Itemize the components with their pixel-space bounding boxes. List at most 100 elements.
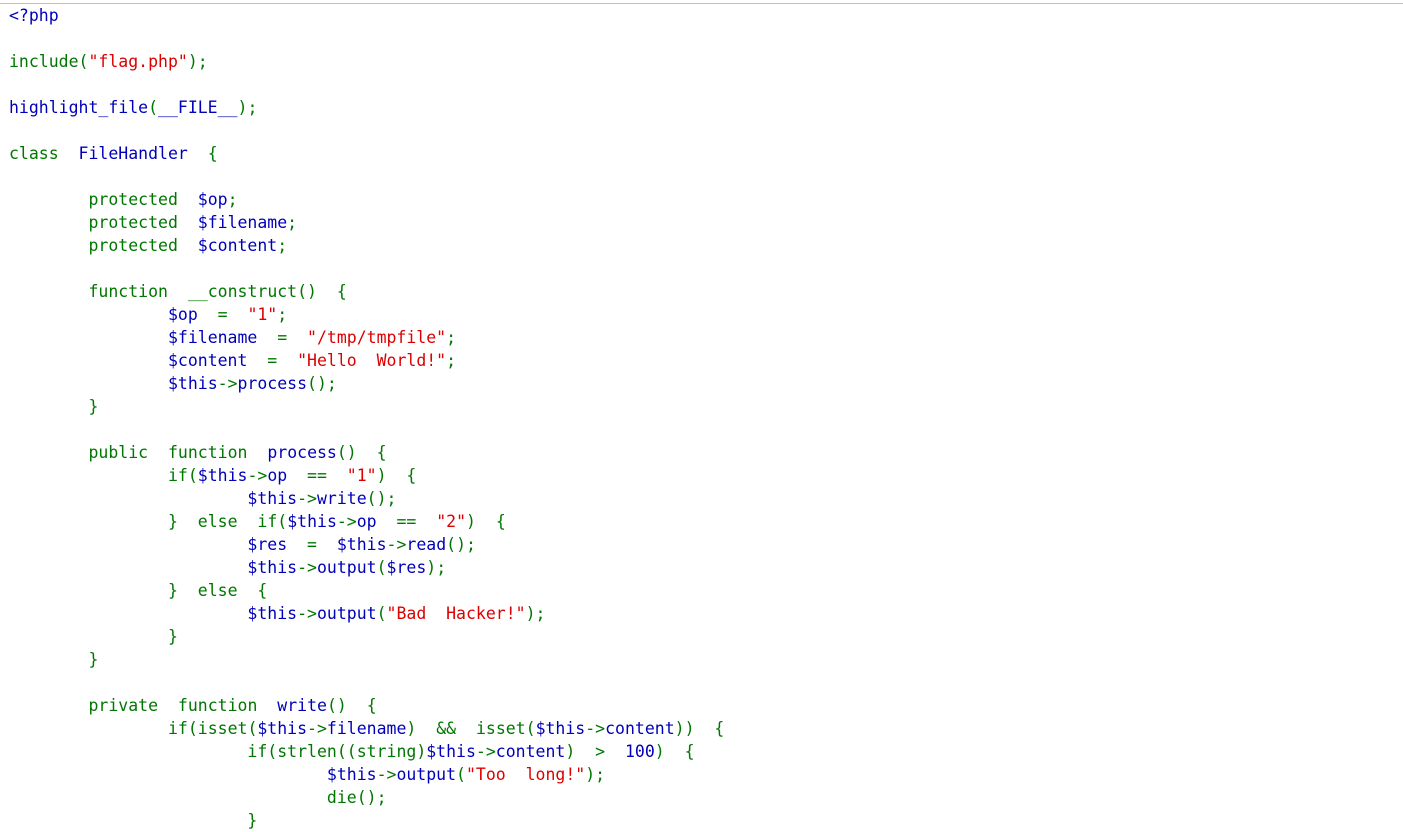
code-token: private (88, 696, 159, 715)
code-line: ​ (9, 27, 1403, 50)
code-token: ( (148, 98, 159, 117)
code-token: write (316, 489, 367, 508)
code-token: -> (585, 719, 606, 738)
code-token: ((string) (336, 742, 427, 761)
code-token: if (247, 742, 268, 761)
code-token: isset (475, 719, 526, 738)
code-token: content (495, 742, 566, 761)
code-token: ; (197, 52, 208, 71)
code-token: "/tmp/tmpfile" (307, 328, 447, 347)
code-line: } (9, 395, 1403, 418)
code-token: ; (466, 535, 476, 554)
code-token: -> (217, 374, 238, 393)
code-token: { (257, 581, 268, 600)
code-token: = (197, 305, 248, 324)
code-token: } (167, 512, 178, 531)
code-line: ​ (9, 671, 1403, 694)
code-token: ; (326, 374, 337, 393)
code-token: highlight_file (9, 98, 149, 117)
code-line: class FileHandler { (9, 142, 1403, 165)
code-line: include("flag.php"); (9, 50, 1403, 73)
code-token: class (9, 144, 59, 163)
code-token: > (575, 742, 625, 761)
code-line: highlight_file(__FILE__); (9, 96, 1403, 119)
code-token: ) (237, 98, 248, 117)
code-token: die (326, 788, 357, 807)
code-token: () (326, 696, 347, 715)
code-line: die(); (9, 786, 1403, 809)
code-token: $content (197, 236, 278, 255)
code-token: () (297, 282, 317, 301)
code-token: { (366, 696, 377, 715)
code-token: ( (247, 719, 258, 738)
code-token: $res (386, 558, 427, 577)
code-line: function __construct() { (9, 280, 1403, 303)
php-source-code-block: <?php​include("flag.php");​highlight_fil… (0, 4, 1403, 832)
code-token: ( (78, 52, 89, 71)
code-token: process (267, 443, 337, 462)
code-token: } (167, 627, 178, 646)
code-token: == (376, 512, 437, 531)
code-token: { (336, 282, 347, 301)
code-token: write (277, 696, 327, 715)
code-token: protected (88, 213, 178, 232)
code-token: ; (386, 489, 397, 508)
code-token: $this (336, 535, 387, 554)
code-token: ; (535, 604, 546, 623)
code-token: $filename (167, 328, 258, 347)
code-line: $this->write(); (9, 487, 1403, 510)
code-line: public function process() { (9, 441, 1403, 464)
code-token: __construct (187, 282, 298, 301)
code-token: $this (167, 374, 218, 393)
code-token: ; (446, 328, 457, 347)
code-token: { (376, 443, 387, 462)
code-line: } (9, 625, 1403, 648)
code-token: output (316, 558, 377, 577)
code-token: ( (187, 719, 198, 738)
code-token: == (287, 466, 347, 485)
code-token: strlen (277, 742, 337, 761)
code-token: "Bad Hacker!" (386, 604, 526, 623)
code-token: -> (336, 512, 357, 531)
code-token: ( (277, 512, 288, 531)
code-token: ( (525, 719, 536, 738)
code-token: = (257, 328, 308, 347)
code-line: private function write() { (9, 694, 1403, 717)
code-token: ) (187, 52, 198, 71)
code-line: protected $filename; (9, 211, 1403, 234)
code-token: $content (167, 351, 248, 370)
code-token: $op (197, 190, 228, 209)
code-token: output (396, 765, 457, 784)
code-line: ​ (9, 165, 1403, 188)
code-token: op (356, 512, 377, 531)
code-token: )) (674, 719, 695, 738)
code-token: ) (654, 742, 665, 761)
code-token: { (406, 466, 417, 485)
code-line: if(isset($this->filename) && isset($this… (9, 717, 1403, 740)
code-token: protected (88, 236, 178, 255)
code-token: ) (406, 719, 417, 738)
code-token: $this (247, 558, 298, 577)
